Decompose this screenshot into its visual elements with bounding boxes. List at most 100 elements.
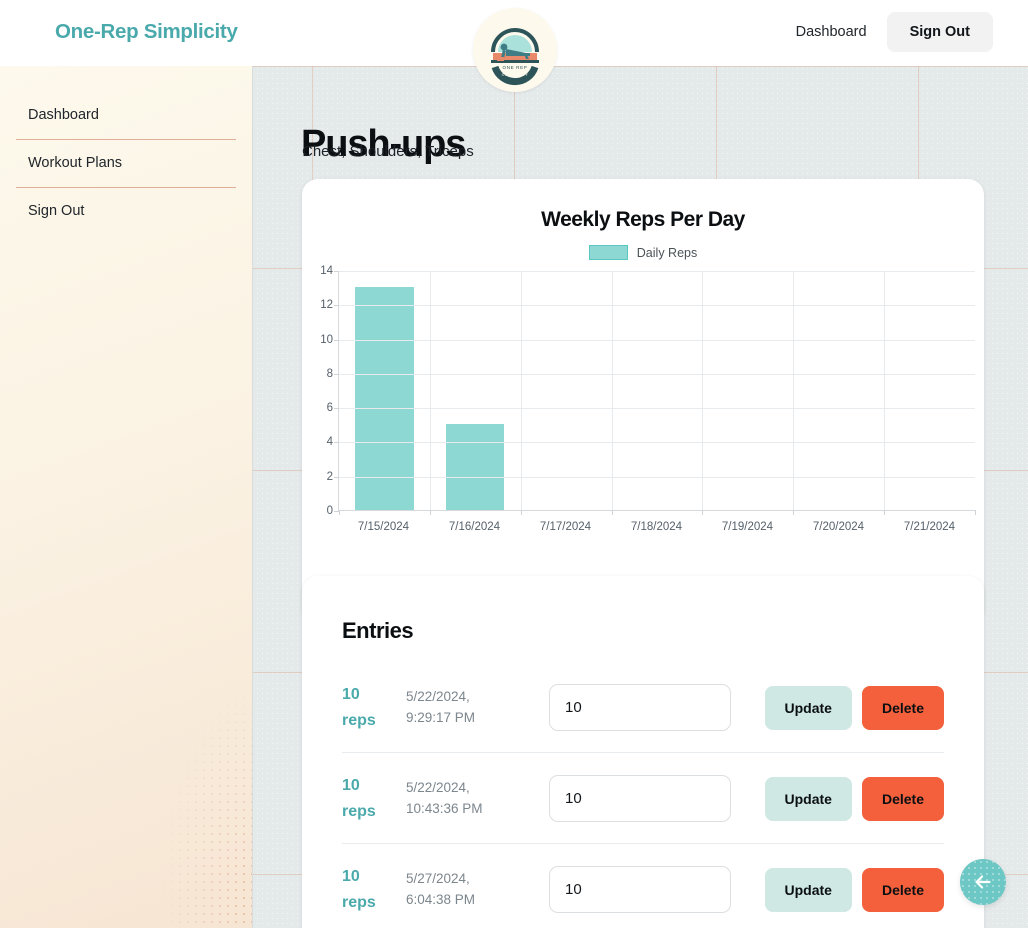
- entry-row: 10reps5/27/2024,6:04:38 PM UpdateDelete: [342, 844, 944, 928]
- chart-gridline-vertical: [884, 271, 885, 510]
- chart-legend: Daily Reps: [302, 245, 984, 260]
- entry-reps-number: 10: [342, 682, 406, 708]
- y-axis-tick: [334, 442, 339, 443]
- entry-row: 10reps5/22/2024,10:43:36 PM UpdateDelete: [342, 753, 944, 843]
- x-axis-tick-label: 7/18/2024: [611, 521, 702, 533]
- chart-bars: [339, 271, 975, 510]
- x-axis-tick: [884, 510, 885, 515]
- x-axis-tick-label: 7/16/2024: [429, 521, 520, 533]
- y-axis-tick-label: 12: [302, 299, 333, 311]
- delete-button[interactable]: Delete: [862, 686, 944, 730]
- y-axis-tick-label: 6: [302, 402, 333, 414]
- sidebar-nav-list: Dashboard Workout Plans Sign Out: [0, 92, 252, 235]
- entry-reps-count: 10reps: [342, 864, 406, 915]
- push-up-logo-icon: ONE REP SIMPLICITY: [479, 14, 551, 86]
- chart-bar-slot: [884, 271, 975, 510]
- chart-gridline-horizontal: [339, 477, 975, 478]
- y-axis-tick: [334, 271, 339, 272]
- entry-reps-number: 10: [342, 864, 406, 890]
- chart-bar-slot: [612, 271, 703, 510]
- y-axis-tick: [334, 305, 339, 306]
- y-axis-tick-label: 8: [302, 368, 333, 380]
- update-button[interactable]: Update: [765, 868, 852, 912]
- header-link-dashboard[interactable]: Dashboard: [794, 18, 869, 46]
- y-axis-tick-label: 0: [302, 505, 333, 517]
- sidebar-divider: [16, 139, 236, 140]
- chart-gridline-horizontal: [339, 271, 975, 272]
- chart-bar[interactable]: [446, 424, 504, 510]
- entry-actions: UpdateDelete: [765, 777, 944, 821]
- header-nav: Dashboard Sign Out: [794, 12, 993, 52]
- entry-timestamp: 5/22/2024,10:43:36 PM: [406, 778, 546, 820]
- chart-bar-slot: [793, 271, 884, 510]
- entry-timestamp: 5/27/2024,6:04:38 PM: [406, 869, 546, 911]
- entry-time: 6:04:38 PM: [406, 890, 546, 911]
- chart-gridline-horizontal: [339, 305, 975, 306]
- svg-text:ONE REP: ONE REP: [503, 65, 528, 70]
- x-axis-tick: [521, 510, 522, 515]
- chart-card: Weekly Reps Per Day Daily Reps 024681012…: [302, 179, 984, 624]
- chart-gridline-vertical: [702, 271, 703, 510]
- entry-actions: UpdateDelete: [765, 686, 944, 730]
- legend-label-daily-reps: Daily Reps: [637, 246, 697, 260]
- arrow-left-icon: [972, 871, 994, 893]
- chart-gridline-horizontal: [339, 408, 975, 409]
- svg-text:SIMPLICITY: SIMPLICITY: [502, 73, 529, 77]
- entry-timestamp: 5/22/2024,9:29:17 PM: [406, 687, 546, 729]
- x-axis-tick: [793, 510, 794, 515]
- legend-swatch-daily-reps: [589, 245, 628, 260]
- entry-reps-unit: reps: [342, 708, 406, 734]
- entry-reps-input[interactable]: [549, 866, 731, 913]
- chart-title: Weekly Reps Per Day: [302, 208, 984, 232]
- chart-bar-slot: [521, 271, 612, 510]
- y-axis-tick-label: 4: [302, 436, 333, 448]
- chart-y-axis: 02468101214: [302, 271, 333, 511]
- app-page: Dashboard Workout Plans Sign Out Push-up…: [0, 0, 1028, 928]
- entry-row: 10reps5/22/2024,9:29:17 PM UpdateDelete: [342, 662, 944, 752]
- sidebar-item-sign-out[interactable]: Sign Out: [16, 188, 236, 235]
- entry-date: 5/22/2024,: [406, 778, 546, 799]
- back-button[interactable]: [960, 859, 1006, 905]
- sign-out-button[interactable]: Sign Out: [887, 12, 993, 52]
- sidebar: Dashboard Workout Plans Sign Out: [0, 66, 253, 928]
- entries-list: 10reps5/22/2024,9:29:17 PMUpdateDelete10…: [342, 662, 944, 928]
- chart-bar-slot: [702, 271, 793, 510]
- x-axis-tick: [612, 510, 613, 515]
- x-axis-tick: [430, 510, 431, 515]
- update-button[interactable]: Update: [765, 777, 852, 821]
- entry-actions: UpdateDelete: [765, 868, 944, 912]
- y-axis-tick-label: 10: [302, 334, 333, 346]
- y-axis-tick: [334, 477, 339, 478]
- chart-bar-slot: [339, 271, 430, 510]
- entry-time: 10:43:36 PM: [406, 799, 546, 820]
- delete-button[interactable]: Delete: [862, 777, 944, 821]
- sidebar-item-workout-plans[interactable]: Workout Plans: [16, 140, 236, 187]
- chart-gridline-vertical: [793, 271, 794, 510]
- chart-gridline-horizontal: [339, 374, 975, 375]
- y-axis-tick: [334, 408, 339, 409]
- chart-plot: [338, 271, 975, 511]
- x-axis-tick-label: 7/17/2024: [520, 521, 611, 533]
- entry-reps-input[interactable]: [549, 684, 731, 731]
- main-content: Push-ups Chest, Shoulders, Triceps Weekl…: [253, 66, 1028, 928]
- entry-reps-count: 10reps: [342, 773, 406, 824]
- brand-logo-text[interactable]: One-Rep Simplicity: [55, 20, 238, 44]
- x-axis-tick-label: 7/20/2024: [793, 521, 884, 533]
- chart-gridline-vertical: [430, 271, 431, 510]
- app-logo-badge[interactable]: ONE REP SIMPLICITY: [473, 8, 557, 92]
- sidebar-divider: [16, 187, 236, 188]
- entries-heading: Entries: [342, 618, 984, 644]
- delete-button[interactable]: Delete: [862, 868, 944, 912]
- entry-reps-count: 10reps: [342, 682, 406, 733]
- entry-time: 9:29:17 PM: [406, 708, 546, 729]
- entry-reps-unit: reps: [342, 890, 406, 916]
- x-axis-tick-label: 7/15/2024: [338, 521, 429, 533]
- update-button[interactable]: Update: [765, 686, 852, 730]
- chart-plot-area: 02468101214 7/15/20247/16/20247/17/20247…: [302, 271, 984, 551]
- entry-reps-input[interactable]: [549, 775, 731, 822]
- sidebar-item-dashboard[interactable]: Dashboard: [16, 92, 236, 139]
- y-axis-tick-label: 14: [302, 265, 333, 277]
- y-axis-tick: [334, 340, 339, 341]
- chart-gridline-vertical: [612, 271, 613, 510]
- y-axis-tick: [334, 374, 339, 375]
